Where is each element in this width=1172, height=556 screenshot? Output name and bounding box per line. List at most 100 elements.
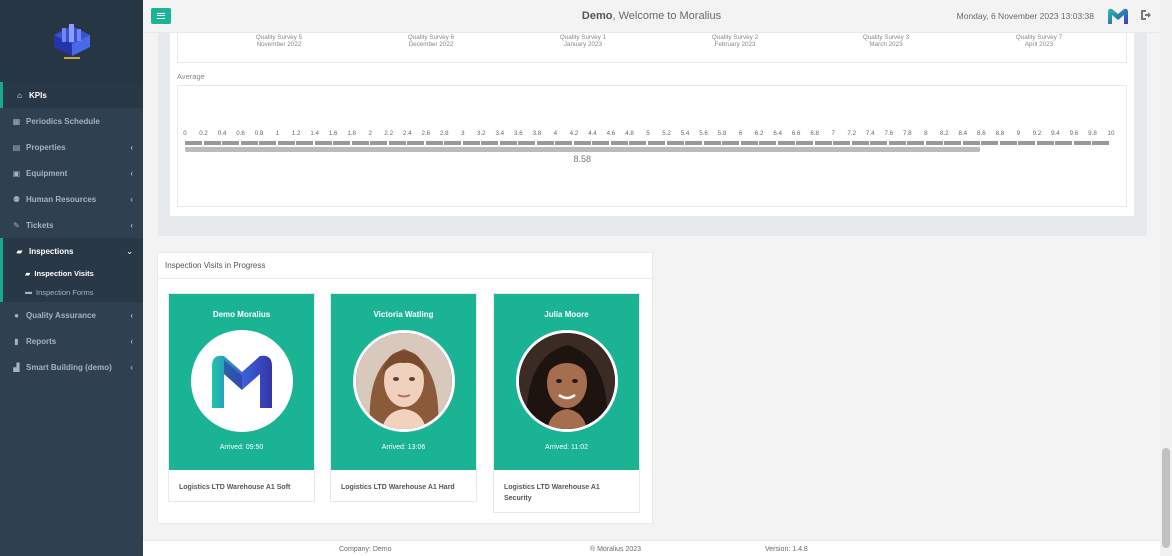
scale-segment: [962, 141, 980, 145]
building-icon: ▤: [12, 142, 21, 152]
scale-tick-label: 8: [924, 130, 928, 137]
visit-card[interactable]: Julia Moore Arrived: 11:02 Logistics LTD…: [493, 293, 640, 513]
avatar: [353, 330, 455, 432]
scale-segment: [462, 141, 480, 145]
scale-tick-label: 6: [738, 130, 743, 137]
survey-date: March 2023: [869, 41, 903, 48]
sidebar-item-tickets[interactable]: ✎ Tickets ‹: [0, 212, 143, 238]
scale-tick-label: 5.4: [680, 130, 690, 137]
sidebar-subitem-inspection-visits[interactable]: ▰ Inspection Visits: [3, 264, 143, 283]
home-icon: ⌂: [17, 90, 22, 100]
inspection-visits-title: Inspection Visits in Progress: [165, 261, 266, 270]
scale-tick-label: 2.2: [384, 130, 394, 137]
arrival-time: Arrived: 09:50: [219, 444, 264, 451]
inspector-name: Julia Moore: [544, 310, 589, 319]
visit-location: Logistics LTD Warehouse A1 Soft: [179, 484, 291, 491]
survey-label: Quality Survey 5 November 2022: [229, 34, 329, 48]
scale-tick-label: 9.6: [1069, 130, 1079, 137]
search-icon: ●: [14, 310, 19, 320]
avatar: [516, 330, 618, 432]
scale-tick-label: 3.8: [532, 130, 542, 137]
scale-segment: [777, 141, 795, 145]
arrival-time: Arrived: 11:02: [544, 444, 589, 451]
sidebar-item-label: Periodics Schedule: [26, 116, 100, 126]
scale-tick-label: 1.4: [310, 130, 319, 137]
sidebar-item-smart-building-demo[interactable]: ▟ Smart Building (demo) ‹: [0, 354, 143, 380]
scale-segment: [888, 141, 906, 145]
sidebar-item-inspections[interactable]: ▰ Inspections ⌄: [0, 238, 143, 264]
scale-tick-label: 7.4: [865, 130, 875, 137]
scale-segment: [722, 141, 740, 145]
chevron-left-icon: ‹: [130, 310, 133, 320]
survey-label: Quality Survey 1 January 2023: [533, 34, 633, 48]
sidebar-item-equipment[interactable]: ▣ Equipment ‹: [0, 160, 143, 186]
sidebar-logo[interactable]: [0, 0, 143, 82]
scale-segment: [1036, 141, 1054, 145]
scale-segment: [444, 141, 462, 145]
sidebar-item-quality-assurance[interactable]: ● Quality Assurance ‹: [0, 302, 143, 328]
scale-tick-label: 1.2: [291, 130, 301, 137]
scale-tick-label: 5.2: [662, 130, 671, 137]
folder-icon: ▬: [25, 289, 32, 296]
scale-tick-label: 0.8: [254, 130, 264, 137]
average-value-bar: [185, 147, 980, 152]
scale-segment: [1018, 141, 1036, 145]
scale-tick-label: 0.4: [217, 130, 227, 137]
moralius-logo-icon[interactable]: [1106, 6, 1130, 26]
survey-name: Quality Survey 5: [255, 34, 303, 41]
scale-segment: [703, 141, 721, 145]
scale-segment: [555, 141, 573, 145]
map-icon: ▰: [25, 270, 31, 278]
survey-date: April 2023: [1024, 41, 1054, 48]
chart-icon: ▟: [13, 362, 20, 372]
visit-card[interactable]: Victoria Watling Arrived: 13:06 Logistic…: [330, 293, 477, 502]
sidebar-item-periodics-schedule[interactable]: ▦ Periodics Schedule: [0, 108, 143, 134]
scale-tick-label: 10: [1107, 130, 1115, 137]
scale-segment: [870, 141, 888, 145]
scale-segment: [740, 141, 758, 145]
sidebar-subitem-inspection-forms[interactable]: ▬ Inspection Forms: [3, 283, 143, 302]
scale-tick-label: 6.8: [810, 130, 819, 137]
logout-icon[interactable]: [1140, 9, 1152, 21]
scale-tick-label: 1.6: [328, 130, 338, 137]
chevron-left-icon: ‹: [130, 220, 133, 230]
scale-tick-label: 9.2: [1032, 130, 1042, 137]
footer: Company: Demo ® Moralius 2023 Version: 1…: [143, 540, 1160, 556]
sidebar-item-kpis[interactable]: ⌂ KPIs: [0, 82, 143, 108]
scale-tick-label: 2.4: [402, 130, 412, 137]
scale-tick-label: 5: [646, 130, 650, 137]
scale-segment: [592, 141, 610, 145]
scale-tick-label: 8.4: [958, 130, 968, 137]
sidebar-submenu: ▰ Inspection Visits ▬ Inspection Forms: [0, 264, 143, 302]
chevron-left-icon: ‹: [130, 142, 133, 152]
scale-segment: [944, 141, 962, 145]
visit-card[interactable]: Demo Moralius Arrived: 09:50 Logistics L…: [168, 293, 315, 502]
scale-tick-label: 6.2: [754, 130, 764, 137]
average-value: 8.58: [573, 154, 592, 164]
scale-tick-label: 2.8: [439, 130, 449, 137]
footer-copyright: ® Moralius 2023: [590, 546, 642, 553]
sidebar-item-label: Human Resources: [26, 194, 97, 204]
footer-version: Version: 1.4.8: [765, 546, 808, 553]
scale-tick-label: 7.6: [884, 130, 894, 137]
sidebar: ⌂ KPIs ▦ Periodics Schedule ▤ Properties ‹ ▣ Equ…: [0, 0, 143, 556]
scale-segment: [296, 141, 314, 145]
survey-label: Quality Survey 3 March 2023: [836, 34, 936, 48]
sidebar-item-properties[interactable]: ▤ Properties ‹: [0, 134, 143, 160]
survey-label: Quality Survey 7 April 2023: [989, 34, 1089, 48]
equipment-icon: ▣: [12, 168, 21, 178]
scale-segment: [203, 141, 221, 145]
sidebar-nav: ⌂ KPIs ▦ Periodics Schedule ▤ Properties ‹ ▣ Equ…: [0, 82, 143, 380]
sidebar-item-label: Inspections: [29, 246, 74, 256]
scale-segment: [814, 141, 832, 145]
sidebar-item-reports[interactable]: ▮ Reports ‹: [0, 328, 143, 354]
sidebar-item-label: Properties: [26, 142, 66, 152]
sidebar-item-human-resources[interactable]: ⚉ Human Resources ‹: [0, 186, 143, 212]
page-scrollbar[interactable]: [1160, 0, 1172, 556]
chevron-left-icon: ‹: [130, 194, 133, 204]
scale-segment: [314, 141, 332, 145]
scale-tick-label: 4.2: [569, 130, 579, 137]
scale-segment: [851, 141, 869, 145]
scrollbar-thumb[interactable]: [1162, 448, 1170, 548]
book-icon: ▮: [14, 336, 19, 346]
